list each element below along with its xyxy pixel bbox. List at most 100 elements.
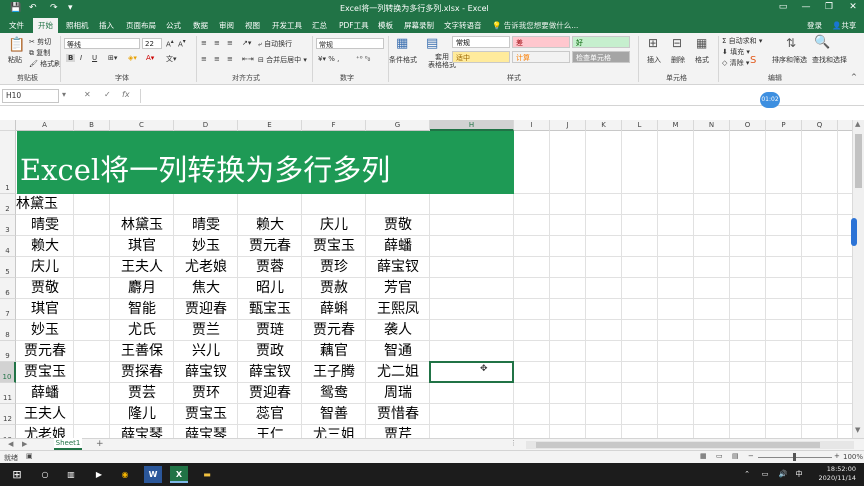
column-header-l[interactable]: L bbox=[622, 120, 658, 131]
sogou-ime-icon[interactable]: S bbox=[750, 55, 756, 66]
copy-button[interactable]: ⧉ 复制 bbox=[29, 48, 50, 58]
cell-f8[interactable]: 贾元春 bbox=[302, 320, 366, 341]
column-header-d[interactable]: D bbox=[174, 120, 238, 131]
sort-filter-icon[interactable]: ⇅ bbox=[786, 36, 796, 50]
align-center-icon[interactable]: ≡ bbox=[214, 55, 220, 63]
tab-developer[interactable]: 开发工具 bbox=[272, 20, 302, 31]
style-good[interactable]: 好 bbox=[572, 36, 630, 48]
cell-g4[interactable]: 薛蟠 bbox=[366, 236, 430, 257]
cell-e13[interactable]: 王仁 bbox=[238, 425, 302, 438]
page-break-view-icon[interactable]: ▤ bbox=[732, 452, 739, 460]
style-check-cell[interactable]: 检查单元格 bbox=[572, 51, 630, 63]
cell-a7[interactable]: 琪官 bbox=[16, 299, 74, 320]
row-header-13[interactable]: 13 bbox=[0, 425, 16, 438]
excel-icon[interactable]: X bbox=[170, 466, 188, 483]
cell-g10[interactable]: 尤二姐 bbox=[366, 362, 430, 383]
cell-a10[interactable]: 贾宝玉 bbox=[16, 362, 74, 383]
cut-button[interactable]: ✂ 剪切 bbox=[29, 37, 51, 47]
normal-view-icon[interactable]: ▦ bbox=[700, 452, 707, 460]
align-left-icon[interactable]: ≡ bbox=[201, 55, 207, 63]
cell-d9[interactable]: 兴儿 bbox=[174, 341, 238, 362]
column-header-c[interactable]: C bbox=[110, 120, 174, 131]
redo-icon[interactable]: ↷ bbox=[50, 3, 58, 13]
row-header-6[interactable]: 6 bbox=[0, 278, 16, 299]
column-header-h[interactable]: H bbox=[430, 120, 514, 131]
style-neutral[interactable]: 适中 bbox=[452, 51, 510, 63]
column-header-j[interactable]: J bbox=[550, 120, 586, 131]
font-name-select[interactable]: 等线 bbox=[64, 38, 140, 49]
tab-camera[interactable]: 照相机 bbox=[66, 20, 89, 31]
cell-e8[interactable]: 贾琏 bbox=[238, 320, 302, 341]
add-sheet-icon[interactable]: + bbox=[96, 439, 104, 449]
cell-f13[interactable]: 尤三姐 bbox=[302, 425, 366, 438]
media-app-icon[interactable]: ▶ bbox=[90, 466, 108, 483]
merge-center-button[interactable]: ⊟ 合并后居中 ▾ bbox=[258, 55, 307, 65]
column-header-p[interactable]: P bbox=[766, 120, 802, 131]
cell-e11[interactable]: 贾迎春 bbox=[238, 383, 302, 404]
cell-g9[interactable]: 智通 bbox=[366, 341, 430, 362]
indent-icon[interactable]: ⇤⇥ bbox=[242, 55, 254, 63]
login-link[interactable]: 登录 bbox=[807, 20, 822, 31]
italic-button[interactable]: I bbox=[80, 54, 82, 62]
tab-pdf-tools[interactable]: PDF工具 bbox=[339, 20, 369, 31]
tell-me-box[interactable]: 💡 告诉我您想要做什么... bbox=[492, 20, 578, 31]
column-header-q[interactable]: Q bbox=[802, 120, 838, 131]
format-cells-button[interactable]: 格式 bbox=[695, 55, 709, 65]
cell-g12[interactable]: 贾惜春 bbox=[366, 404, 430, 425]
row-header-8[interactable]: 8 bbox=[0, 320, 16, 341]
cell-f3[interactable]: 庆儿 bbox=[302, 215, 366, 236]
cell-d7[interactable]: 贾迎春 bbox=[174, 299, 238, 320]
delete-cells-icon[interactable]: ⊟ bbox=[672, 36, 682, 50]
cell-e7[interactable]: 甄宝玉 bbox=[238, 299, 302, 320]
row-header-2[interactable]: 2 bbox=[0, 194, 16, 215]
cell-g7[interactable]: 王熙凤 bbox=[366, 299, 430, 320]
cell-c9[interactable]: 王善保 bbox=[110, 341, 174, 362]
cell-d13[interactable]: 薛宝琴 bbox=[174, 425, 238, 438]
cell-c13[interactable]: 薛宝琴 bbox=[110, 425, 174, 438]
format-painter-button[interactable]: 🖌 格式刷 bbox=[29, 59, 61, 69]
tray-people-icon[interactable]: ⌃ bbox=[738, 466, 756, 483]
paste-button[interactable]: 粘贴 bbox=[8, 55, 22, 65]
cell-a9[interactable]: 贾元春 bbox=[16, 341, 74, 362]
tab-summary[interactable]: 汇总 bbox=[312, 20, 327, 31]
cell-c7[interactable]: 智能 bbox=[110, 299, 174, 320]
grow-font-icon[interactable]: A▴ bbox=[166, 39, 174, 48]
word-icon[interactable]: W bbox=[144, 466, 162, 483]
row-header-9[interactable]: 9 bbox=[0, 341, 16, 362]
tray-network-icon[interactable]: ▭ bbox=[756, 466, 774, 483]
tab-file[interactable]: 文件 bbox=[9, 20, 24, 31]
sort-filter-button[interactable]: 排序和筛选 bbox=[772, 55, 810, 65]
column-header-n[interactable]: N bbox=[694, 120, 730, 131]
cell-d8[interactable]: 贾兰 bbox=[174, 320, 238, 341]
column-header-e[interactable]: E bbox=[238, 120, 302, 131]
tab-insert[interactable]: 插入 bbox=[99, 20, 114, 31]
cell-f6[interactable]: 贾赦 bbox=[302, 278, 366, 299]
vertical-scroll-thumb[interactable] bbox=[855, 134, 862, 188]
column-header-i[interactable]: I bbox=[514, 120, 550, 131]
insert-cells-button[interactable]: 插入 bbox=[647, 55, 661, 65]
horizontal-scroll-thumb[interactable] bbox=[536, 442, 820, 448]
task-search-icon[interactable]: ○ bbox=[36, 466, 54, 483]
align-right-icon[interactable]: ≡ bbox=[227, 55, 233, 63]
row-header-11[interactable]: 11 bbox=[0, 383, 16, 404]
enter-icon[interactable]: ✓ bbox=[104, 90, 111, 99]
find-select-button[interactable]: 查找和选择 bbox=[812, 55, 848, 65]
cell-g11[interactable]: 周瑞 bbox=[366, 383, 430, 404]
column-header-b[interactable]: B bbox=[74, 120, 110, 131]
customize-qat-icon[interactable]: ▾ bbox=[68, 3, 73, 13]
style-bad[interactable]: 差 bbox=[512, 36, 570, 48]
ribbon-display-icon[interactable]: ▭ bbox=[776, 2, 790, 12]
row-header-1[interactable]: 1 bbox=[0, 131, 16, 194]
tab-page-layout[interactable]: 页面布局 bbox=[126, 20, 156, 31]
wrap-text-button[interactable]: ⤶ 自动换行 bbox=[258, 39, 292, 49]
number-format-select[interactable]: 常规 bbox=[316, 38, 384, 49]
cell-a8[interactable]: 妙玉 bbox=[16, 320, 74, 341]
task-view-icon[interactable]: ▥ bbox=[62, 466, 80, 483]
align-top-icon[interactable]: ≡ bbox=[201, 39, 207, 47]
next-sheet-icon[interactable]: ▶ bbox=[22, 440, 27, 448]
tab-view[interactable]: 视图 bbox=[245, 20, 260, 31]
zoom-level[interactable]: 100% bbox=[843, 453, 863, 461]
split-handle-icon[interactable]: ⋮ bbox=[510, 439, 517, 447]
conditional-format-icon[interactable]: ▦ bbox=[396, 36, 408, 51]
decimal-icon[interactable]: ⁺⁰ ⁰₀ bbox=[356, 55, 370, 63]
